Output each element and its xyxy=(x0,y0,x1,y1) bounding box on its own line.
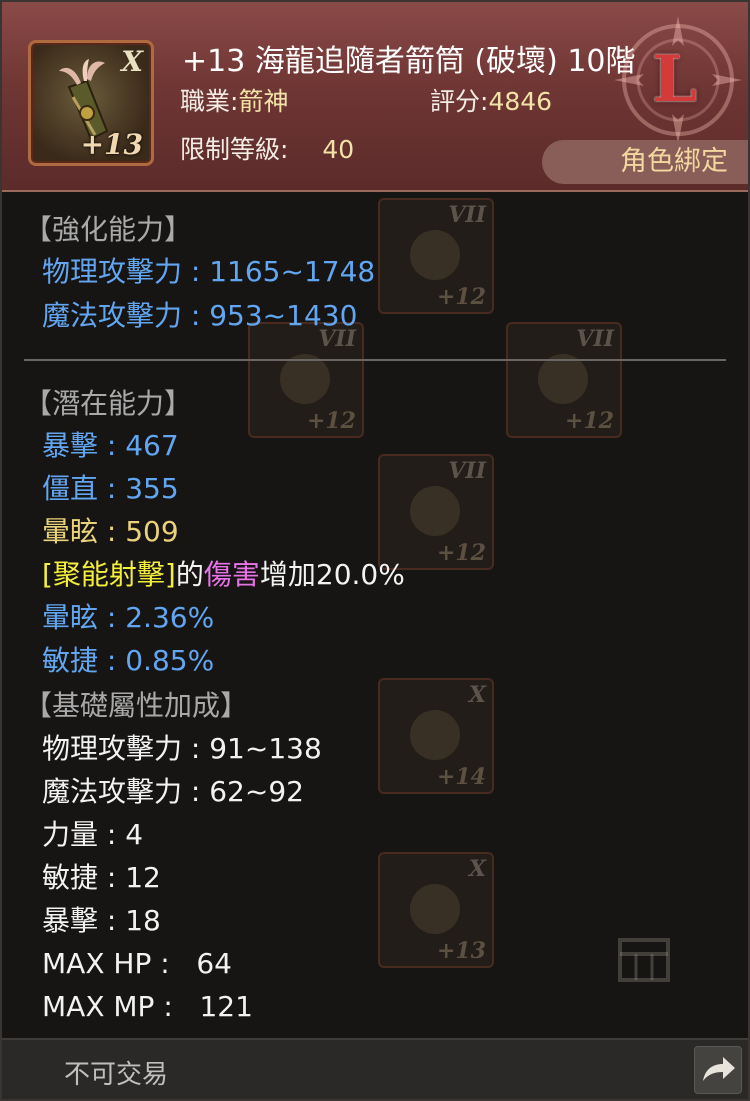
slot-enhance: +14 xyxy=(436,764,486,790)
skill-name: [聚能射擊] xyxy=(42,558,176,591)
skill-connector: 的 xyxy=(175,558,204,591)
stat-line: 魔法攻擊力 : 62~92 xyxy=(42,775,304,808)
item-icon-slot[interactable]: X +13 xyxy=(28,40,154,166)
tooltip-body: VII +12 VII +12 VII +12 VII +12 X +14 X … xyxy=(2,192,748,1037)
level-value: 40 xyxy=(322,135,355,164)
stat-line: 暈眩 : 509 xyxy=(42,515,179,548)
tooltip-footer: 不可交易 xyxy=(2,1038,748,1099)
item-silhouette-icon xyxy=(410,884,460,934)
stat-line: 僵直 : 355 xyxy=(42,472,179,505)
share-button[interactable] xyxy=(694,1046,742,1094)
slot-grade: VII xyxy=(576,326,614,352)
stat-line: MAX HP : 64 xyxy=(42,947,232,980)
slot-grade: X xyxy=(468,682,486,708)
item-tooltip: X +13 +13 海龍追隨者箭筒 (破壞) 10階 職業:箭神 評分:4846… xyxy=(0,0,750,1101)
stat-line: MAX MP : 121 xyxy=(42,990,253,1023)
score-label: 評分: xyxy=(430,87,489,116)
skill-effect-line: [聚能射擊]的傷害增加20.0% xyxy=(42,557,405,593)
background-item-slot: VII +12 xyxy=(506,322,622,438)
slot-enhance: +13 xyxy=(436,938,486,964)
slot-enhance: +12 xyxy=(306,408,356,434)
class-row: 職業:箭神 xyxy=(180,82,288,118)
class-value: 箭神 xyxy=(238,87,289,116)
item-silhouette-icon xyxy=(410,710,460,760)
score-value: 4846 xyxy=(488,87,553,116)
tooltip-header: X +13 +13 海龍追隨者箭筒 (破壞) 10階 職業:箭神 評分:4846… xyxy=(2,2,748,192)
stat-line: 力量 : 4 xyxy=(42,818,144,851)
stat-line: 物理攻擊力 : 91~138 xyxy=(42,732,322,765)
stat-line: 暈眩 : 2.36% xyxy=(42,601,215,634)
background-item-slot: VII +12 xyxy=(248,322,364,438)
item-grade: X xyxy=(121,45,143,78)
stat-line: 暴擊 : 467 xyxy=(42,429,179,462)
slot-enhance: +12 xyxy=(564,408,614,434)
section-title-base: 【基礎屬性加成】 xyxy=(24,689,249,722)
background-item-slot: VII +12 xyxy=(378,454,494,570)
stat-line: 暴擊 : 18 xyxy=(42,904,161,937)
share-arrow-icon xyxy=(703,1057,735,1081)
level-row: 限制等級: 40 xyxy=(180,130,354,166)
item-silhouette-icon xyxy=(410,486,460,536)
item-silhouette-icon xyxy=(410,230,460,280)
item-silhouette-icon xyxy=(280,354,330,404)
stat-line: 魔法攻擊力 : 953~1430 xyxy=(42,299,358,332)
slot-grade: VII xyxy=(448,202,486,228)
inventory-chest-icon xyxy=(618,938,670,982)
background-item-slot: X +13 xyxy=(378,852,494,968)
bind-status-badge: 角色綁定 xyxy=(542,140,748,184)
slot-enhance: +12 xyxy=(436,284,486,310)
rank-letter: L xyxy=(652,42,697,117)
item-name: +13 海龍追隨者箭筒 (破壞) 10階 xyxy=(182,44,636,79)
trade-status: 不可交易 xyxy=(64,1060,169,1090)
score-row: 評分:4846 xyxy=(430,82,552,118)
item-silhouette-icon xyxy=(538,354,588,404)
class-label: 職業: xyxy=(180,87,239,116)
skill-effect: 傷害 xyxy=(203,558,260,591)
stat-line: 敏捷 : 12 xyxy=(42,861,161,894)
section-divider xyxy=(24,359,726,361)
skill-suffix: 增加20.0% xyxy=(259,558,405,591)
stat-line: 物理攻擊力 : 1165~1748 xyxy=(42,255,376,288)
level-label: 限制等級: xyxy=(180,135,289,164)
slot-grade: X xyxy=(468,856,486,882)
section-title-enhance: 【強化能力】 xyxy=(24,213,193,246)
item-enhance-level: +13 xyxy=(80,128,143,161)
background-item-slot: VII +12 xyxy=(378,198,494,314)
section-title-potential: 【潛在能力】 xyxy=(24,387,193,420)
slot-enhance: +12 xyxy=(436,540,486,566)
slot-grade: VII xyxy=(448,458,486,484)
background-item-slot: X +14 xyxy=(378,678,494,794)
stat-line: 敏捷 : 0.85% xyxy=(42,644,215,677)
